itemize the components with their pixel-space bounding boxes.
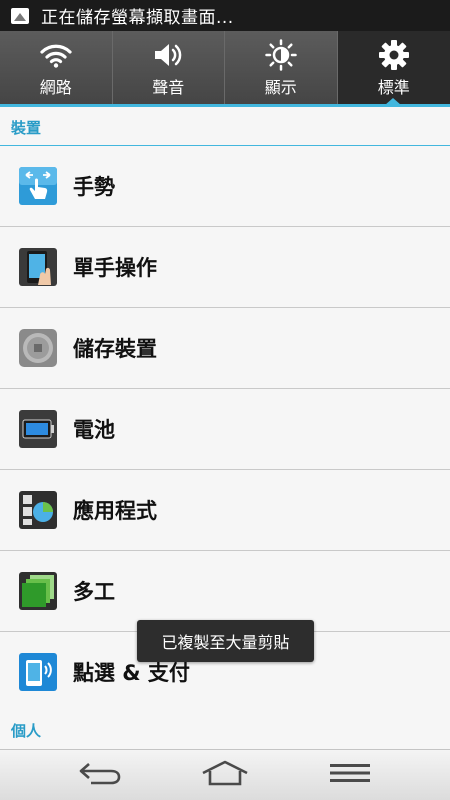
tab-network[interactable]: 網路 xyxy=(0,31,113,104)
tab-label: 網路 xyxy=(39,78,72,97)
home-icon xyxy=(199,760,251,790)
multitask-icon xyxy=(18,571,58,611)
gesture-icon xyxy=(18,166,58,206)
list-item-label: 應用程式 xyxy=(73,499,157,523)
section-header-device: 裝置 xyxy=(0,107,450,147)
list-item-storage[interactable]: 儲存裝置 xyxy=(0,308,450,389)
tab-label: 標準 xyxy=(377,78,410,97)
one-hand-icon xyxy=(18,247,58,287)
settings-tabs: 網路 聲音 顯示 標準 xyxy=(0,31,450,104)
status-notification-text: 正在儲存螢幕擷取畫面... xyxy=(41,8,234,28)
tab-display[interactable]: 顯示 xyxy=(225,31,338,104)
list-item-label: 多工 xyxy=(73,580,115,604)
section-title: 個人 xyxy=(11,722,42,740)
volume-icon xyxy=(151,38,185,72)
brightness-icon xyxy=(264,38,298,72)
tab-sound[interactable]: 聲音 xyxy=(112,31,225,104)
storage-icon xyxy=(18,328,58,368)
menu-icon xyxy=(329,762,371,788)
list-item-label: 手勢 xyxy=(73,175,115,199)
menu-button[interactable] xyxy=(275,750,425,800)
tab-label: 顯示 xyxy=(264,78,297,97)
tab-label: 聲音 xyxy=(152,78,185,97)
battery-icon xyxy=(18,409,58,449)
back-icon xyxy=(77,760,123,790)
active-tab-pointer xyxy=(385,98,401,105)
list-item-battery[interactable]: 電池 xyxy=(0,389,450,470)
list-item-label: 儲存裝置 xyxy=(73,337,157,361)
gear-icon xyxy=(377,38,411,72)
screenshot-icon xyxy=(11,7,29,24)
list-item-one-hand[interactable]: 單手操作 xyxy=(0,227,450,308)
tap-pay-icon xyxy=(18,652,58,692)
list-item-apps[interactable]: 應用程式 xyxy=(0,470,450,551)
status-bar: 正在儲存螢幕擷取畫面... xyxy=(0,0,450,31)
list-item-gesture[interactable]: 手勢 xyxy=(0,146,450,227)
toast-message: 已複製至大量剪貼 xyxy=(137,620,314,662)
list-item-label: 電池 xyxy=(73,418,115,442)
list-item-label: 單手操作 xyxy=(73,256,157,280)
tab-general[interactable]: 標準 xyxy=(337,31,450,104)
wifi-icon xyxy=(39,38,73,72)
section-header-personal: 個人 xyxy=(0,712,450,752)
section-title: 裝置 xyxy=(11,119,42,137)
apps-icon xyxy=(18,490,58,530)
navigation-bar xyxy=(0,749,450,800)
